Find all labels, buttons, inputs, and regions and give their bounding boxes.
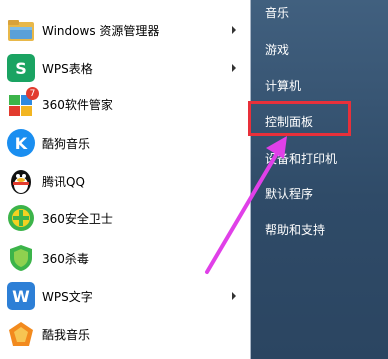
annotation-arrow-icon [205,136,287,274]
